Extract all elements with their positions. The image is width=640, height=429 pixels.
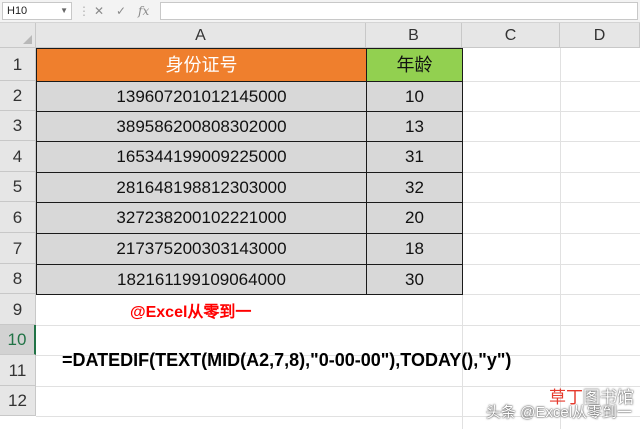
id-cell[interactable]: 182161199109064000 <box>36 264 367 295</box>
row-header-1[interactable]: 1 <box>0 48 36 81</box>
age-cell[interactable]: 32 <box>366 172 463 203</box>
row-header-3[interactable]: 3 <box>0 111 36 141</box>
chevron-down-icon[interactable]: ▼ <box>60 3 68 19</box>
id-cell[interactable]: 389586200808302000 <box>36 111 367 142</box>
column-header-d[interactable]: D <box>560 23 640 48</box>
row-header-6[interactable]: 6 <box>0 202 36 233</box>
age-cell[interactable]: 18 <box>366 233 463 265</box>
column-header-b[interactable]: B <box>366 23 462 48</box>
row-header-4[interactable]: 4 <box>0 141 36 172</box>
age-cell[interactable]: 10 <box>366 81 463 112</box>
id-cell[interactable]: 139607201012145000 <box>36 81 367 112</box>
age-cell[interactable]: 31 <box>366 141 463 173</box>
column-header-c[interactable]: C <box>462 23 560 48</box>
watermark-source: 头条 @Excel从零到一 <box>485 404 632 421</box>
row-header-9[interactable]: 9 <box>0 294 36 325</box>
grid-line <box>560 48 561 429</box>
id-cell[interactable]: 217375200303143000 <box>36 233 367 265</box>
name-box-value: H10 <box>7 5 28 17</box>
confirm-icon[interactable]: ✓ <box>116 3 126 19</box>
formula-text: =DATEDIF(TEXT(MID(A2,7,8),"0-00-00"),TOD… <box>62 350 512 370</box>
header-cell-age[interactable]: 年龄 <box>366 48 463 82</box>
id-cell[interactable]: 327238200102221000 <box>36 202 367 234</box>
row-header-5[interactable]: 5 <box>0 172 36 202</box>
select-all-icon <box>23 35 32 44</box>
author-credit: @Excel从零到一 <box>130 304 252 321</box>
row-header-8[interactable]: 8 <box>0 264 36 294</box>
more-icon: ⋮ <box>78 4 90 18</box>
grid-line <box>36 325 640 326</box>
column-header-a[interactable]: A <box>36 23 366 48</box>
age-cell[interactable]: 13 <box>366 111 463 142</box>
select-all-button[interactable] <box>0 23 36 48</box>
row-header-11[interactable]: 11 <box>0 355 36 386</box>
row-header-7[interactable]: 7 <box>0 233 36 264</box>
name-box[interactable]: H10 ▼ <box>2 2 72 20</box>
header-cell-id[interactable]: 身份证号 <box>36 48 367 82</box>
cancel-icon[interactable]: ✕ <box>94 3 104 19</box>
age-cell[interactable]: 30 <box>366 264 463 295</box>
formula-input[interactable] <box>160 2 638 20</box>
insert-function-icon[interactable]: fx <box>138 3 149 19</box>
row-header-10[interactable]: 10 <box>0 325 36 355</box>
formula-bar: H10 ▼ ⋮ ✕ ✓ fx <box>0 0 640 23</box>
id-cell[interactable]: 281648198812303000 <box>36 172 367 203</box>
row-header-2[interactable]: 2 <box>0 81 36 111</box>
age-cell[interactable]: 20 <box>366 202 463 234</box>
row-header-12[interactable]: 12 <box>0 386 36 416</box>
id-cell[interactable]: 165344199009225000 <box>36 141 367 173</box>
